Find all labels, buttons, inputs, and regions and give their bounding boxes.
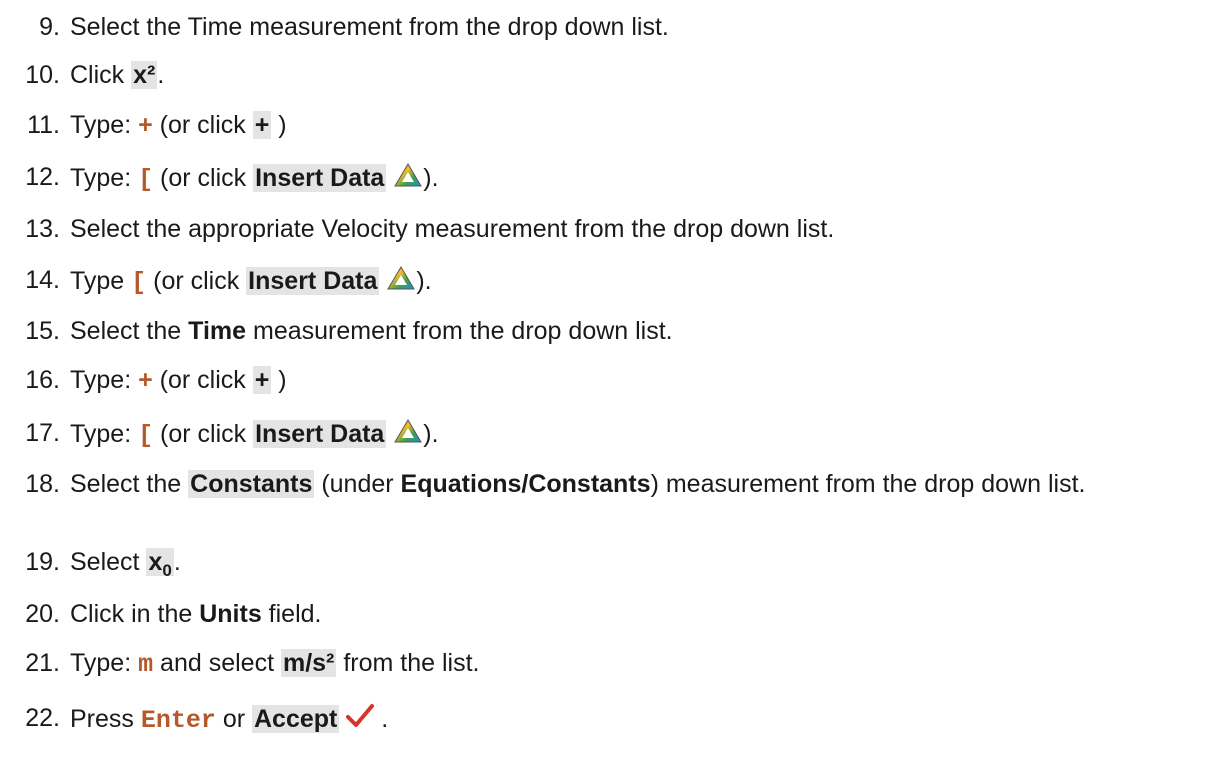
step-text: Type: [ (or click Insert Data ). (70, 162, 439, 195)
square-button-label: x² (131, 61, 158, 89)
step-text: Type: m and select m/s² from the list. (70, 649, 480, 679)
insert-data-button-label: Insert Data (253, 164, 387, 192)
checkmark-icon (346, 703, 375, 736)
step-text: Select the appropriate Velocity measurem… (70, 215, 835, 243)
step-number: 22. (25, 704, 60, 732)
step-text: Select the Time measurement from the dro… (70, 13, 669, 41)
insert-data-icon (386, 265, 416, 298)
x0-constant-label: x0 (146, 548, 174, 580)
step-text: Click in the Units field. (70, 600, 322, 628)
step-number: 20. (25, 600, 60, 628)
insert-data-icon (393, 162, 423, 195)
units-field-label: Units (199, 600, 262, 628)
measurement-name: Time (188, 317, 247, 345)
plus-button-label: + (252, 366, 272, 394)
insert-data-button-label: Insert Data (246, 267, 380, 295)
typed-key: [ (138, 165, 154, 194)
step-number: 17. (25, 419, 60, 447)
typed-key: [ (138, 421, 154, 450)
step-text: Type: + (or click + ) (70, 366, 287, 394)
instruction-steps: 9. Select the Time measurement from the … (0, 0, 1214, 767)
typed-key: m (138, 650, 154, 679)
step-number: 9. (39, 13, 60, 41)
constants-label: Constants (188, 470, 315, 498)
step-number: 18. (25, 470, 60, 498)
step-number: 14. (25, 266, 60, 294)
step-text: Type: + (or click + ) (70, 111, 287, 139)
step-text: Type [ (or click Insert Data ). (70, 265, 432, 298)
step-text: Press Enter or Accept . (70, 703, 389, 736)
units-option-label: m/s² (280, 649, 337, 677)
insert-data-button-label: Insert Data (253, 420, 387, 448)
typed-key: + (138, 111, 153, 139)
step-number: 11. (27, 111, 60, 139)
enter-key: Enter (140, 706, 216, 735)
step-text: Type: [ (or click Insert Data ). (70, 418, 439, 451)
step-number: 10. (25, 61, 60, 89)
step-number: 16. (25, 366, 60, 394)
accept-button-label: Accept (252, 705, 340, 733)
step-text: Select the Constants (under Equations/Co… (70, 470, 1086, 498)
step-number: 12. (25, 163, 60, 191)
step-number: 19. (25, 548, 60, 576)
step-text: Select the Time measurement from the dro… (70, 317, 673, 345)
step-number: 21. (25, 649, 60, 677)
step-number: 15. (25, 317, 60, 345)
step-number: 13. (25, 215, 60, 243)
insert-data-icon (393, 418, 423, 451)
step-text: Select x0. (70, 548, 181, 580)
step-text: Click x². (70, 61, 165, 89)
typed-key: [ (131, 268, 147, 297)
plus-button-label: + (252, 111, 272, 139)
typed-key: + (138, 366, 153, 394)
equations-constants-label: Equations/Constants (400, 470, 651, 498)
